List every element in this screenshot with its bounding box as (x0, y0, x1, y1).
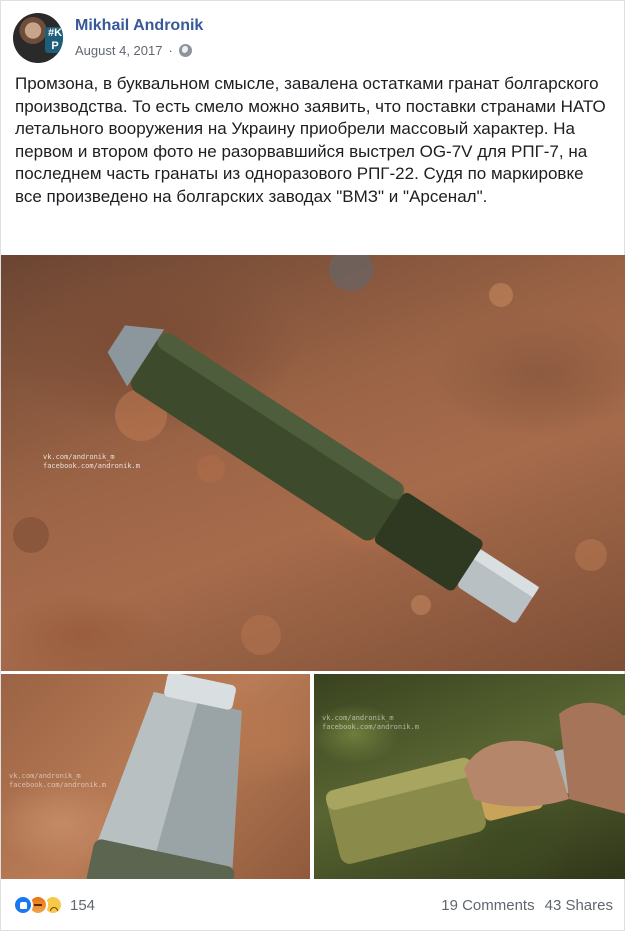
post-footer: 154 19 Comments 43 Shares (13, 889, 613, 921)
photo-right-watermark: vk.com/andronik_m facebook.com/andronik.… (322, 714, 419, 731)
reaction-count[interactable]: 154 (70, 897, 95, 914)
comments-count[interactable]: 19 Comments (441, 897, 534, 914)
photo-right-art (325, 702, 625, 864)
post-text: Промзона, в буквальном смысле, завалена … (15, 74, 606, 206)
post-stats: 19 Comments 43 Shares (441, 897, 613, 914)
photo-bottom-left[interactable]: vk.com/andronik_m facebook.com/andronik.… (1, 674, 310, 879)
shares-count[interactable]: 43 Shares (545, 897, 613, 914)
author-name[interactable]: Mikhail Andronik (75, 17, 203, 35)
photo-bottom-right[interactable]: vk.com/andronik_m facebook.com/andronik.… (314, 674, 625, 879)
photo-main[interactable]: vk.com/andronik_m facebook.com/andronik.… (1, 255, 625, 671)
photo-main-watermark: vk.com/andronik_m facebook.com/andronik.… (43, 453, 140, 470)
post-meta: August 4, 2017 · (75, 43, 192, 58)
globe-icon[interactable] (178, 44, 192, 57)
reactions[interactable]: 154 (13, 895, 95, 915)
like-icon[interactable] (13, 895, 33, 915)
post-date[interactable]: August 4, 2017 (75, 43, 162, 58)
post-header: #K P Mikhail Andronik August 4, 2017 · (13, 13, 613, 63)
photo-left-watermark: vk.com/andronik_m facebook.com/andronik.… (9, 772, 106, 789)
avatar[interactable]: #K P (13, 13, 63, 63)
avatar-badge: #K P (45, 27, 63, 53)
meta-separator: · (168, 43, 173, 58)
facebook-post: #K P Mikhail Andronik August 4, 2017 · П… (0, 0, 625, 931)
